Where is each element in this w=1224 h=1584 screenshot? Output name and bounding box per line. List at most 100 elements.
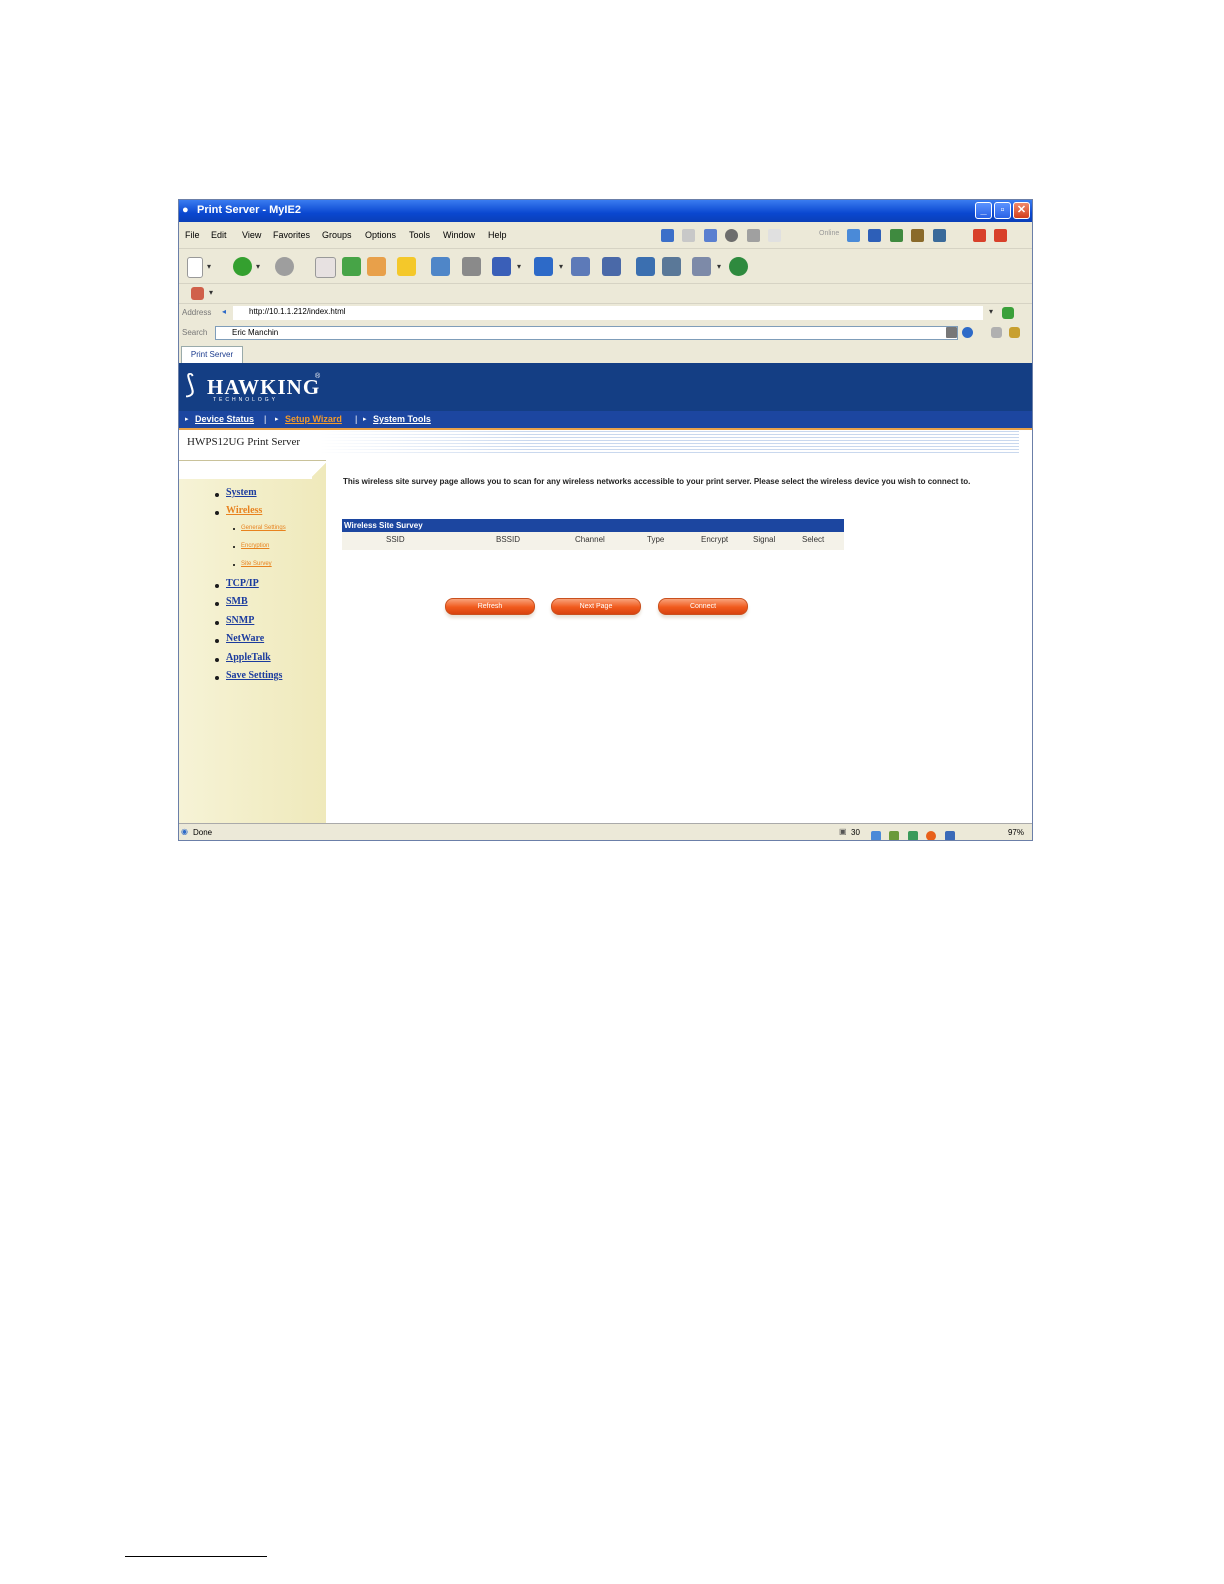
clean-icon[interactable] xyxy=(746,229,760,243)
browser-window: ● Print Server - MyIE2 _ ▫ ✕ File Edit V… xyxy=(178,199,1033,841)
close-tabs-icons xyxy=(973,227,1011,243)
main-toolbar: ▾ ▾ ▾ ▾ ▾ xyxy=(179,249,1032,284)
links-icon[interactable] xyxy=(191,287,204,300)
menu-tools[interactable]: Tools xyxy=(409,230,430,240)
address-dropdown-icon[interactable]: ▾ xyxy=(989,307,993,316)
undo-icon[interactable] xyxy=(534,257,553,276)
refresh-icon[interactable] xyxy=(342,257,361,276)
menu-help[interactable]: Help xyxy=(488,230,507,240)
address-label: Address xyxy=(182,308,212,317)
search-dropdown-icon[interactable] xyxy=(946,327,957,338)
menu-file[interactable]: File xyxy=(185,230,200,240)
next-page-button[interactable]: Next Page xyxy=(551,598,641,615)
sidebar-item-snmp[interactable]: SNMP xyxy=(226,615,254,626)
maximize-button[interactable]: ▫ xyxy=(994,202,1011,219)
tab-print-server[interactable]: Print Server xyxy=(181,346,243,363)
nav-setup-wizard[interactable]: Setup Wizard xyxy=(285,414,342,424)
find-icon[interactable] xyxy=(1009,327,1020,338)
stop-icon[interactable] xyxy=(315,257,336,278)
panel-icon[interactable] xyxy=(636,257,655,276)
bullet-icon xyxy=(233,564,235,566)
refresh-button[interactable]: Refresh xyxy=(445,598,535,615)
bullet-icon xyxy=(233,528,235,530)
block-icon[interactable] xyxy=(725,229,739,243)
sidebar-subitem-general-settings[interactable]: General Settings xyxy=(241,525,286,531)
security-icon[interactable] xyxy=(907,830,918,840)
undo-dropdown-icon[interactable]: ▾ xyxy=(559,262,563,271)
download-icon[interactable] xyxy=(492,257,511,276)
new-page-icon[interactable] xyxy=(187,257,203,278)
sidebar-item-save-settings[interactable]: Save Settings xyxy=(226,670,282,681)
sidebar-item-smb[interactable]: SMB xyxy=(226,596,248,607)
sidebar-item-system[interactable]: System xyxy=(226,487,257,498)
new-dropdown-icon[interactable]: ▾ xyxy=(207,262,211,271)
page-status-icon: ◉ xyxy=(181,827,188,836)
menu-groups[interactable]: Groups xyxy=(322,230,352,240)
cascade-icon[interactable] xyxy=(602,257,621,276)
address-arrow-icon[interactable]: ◂ xyxy=(222,307,226,316)
home-icon[interactable] xyxy=(367,257,386,276)
search-input[interactable]: Eric Manchin xyxy=(215,326,958,340)
nav-system-tools[interactable]: System Tools xyxy=(373,414,431,424)
image-icon[interactable] xyxy=(932,229,946,243)
sidebar-item-appletalk[interactable]: AppleTalk xyxy=(226,652,271,663)
sidebar-subitem-site-survey[interactable]: Site Survey xyxy=(241,561,272,567)
nav-device-status[interactable]: Device Status xyxy=(195,414,254,424)
links-dropdown-icon[interactable]: ▾ xyxy=(209,288,213,297)
go-icon[interactable] xyxy=(729,257,748,276)
tile-icon[interactable] xyxy=(571,257,590,276)
flash-icon[interactable] xyxy=(868,229,882,243)
close-all-icon[interactable] xyxy=(973,229,986,243)
network-icon[interactable] xyxy=(871,830,881,840)
search-engine-icon[interactable] xyxy=(962,327,973,338)
monitor-icon[interactable] xyxy=(944,830,955,840)
favorites-icon[interactable] xyxy=(397,257,416,276)
back-icon[interactable] xyxy=(233,257,252,276)
status-text: Done xyxy=(193,828,213,837)
download-dropdown-icon[interactable]: ▾ xyxy=(517,262,521,271)
forward-icon[interactable] xyxy=(275,257,294,276)
title-bar: ● Print Server - MyIE2 _ ▫ ✕ xyxy=(179,200,1032,222)
activex-icon[interactable] xyxy=(911,229,925,243)
menu-window[interactable]: Window xyxy=(443,230,475,240)
star-icon[interactable] xyxy=(768,229,782,243)
window-icon[interactable] xyxy=(703,229,717,243)
history-icon[interactable] xyxy=(431,257,450,276)
highlight-icon[interactable] xyxy=(991,327,1002,338)
menu-edit[interactable]: Edit xyxy=(211,230,227,240)
links-bar: ▾ xyxy=(179,284,1032,304)
trash-icon[interactable]: ▣ xyxy=(839,827,847,836)
hawk-icon: ⟆ xyxy=(185,369,196,399)
popup-blocker-icon[interactable] xyxy=(926,830,937,840)
sidebar-item-tcpip[interactable]: TCP/IP xyxy=(226,578,259,589)
search-bar: Search Eric Manchin xyxy=(179,323,1032,343)
menu-options[interactable]: Options xyxy=(365,230,396,240)
menu-view[interactable]: View xyxy=(242,230,261,240)
zoom-percent[interactable]: 97% xyxy=(1008,828,1024,837)
tools-dropdown-icon[interactable]: ▾ xyxy=(717,262,721,271)
popup-icon[interactable] xyxy=(847,229,860,243)
minimize-button[interactable]: _ xyxy=(975,202,992,219)
ie-icon: ● xyxy=(182,204,189,216)
site-survey-title: Wireless Site Survey xyxy=(342,519,844,532)
sidebar-subitem-encryption[interactable]: Encryption xyxy=(241,543,269,549)
sidebar-item-netware[interactable]: NetWare xyxy=(226,633,264,644)
mouse-gesture-icon[interactable] xyxy=(692,257,711,276)
print-icon[interactable] xyxy=(462,257,481,276)
save-page-icon[interactable] xyxy=(661,229,674,243)
page-icon[interactable] xyxy=(682,229,696,243)
menu-favorites[interactable]: Favorites xyxy=(273,230,310,240)
sidebar-item-wireless[interactable]: Wireless xyxy=(226,505,262,516)
script-icon[interactable] xyxy=(889,229,903,243)
close-tab-icon[interactable] xyxy=(994,229,1008,243)
address-input[interactable]: http://10.1.1.212/index.html xyxy=(233,306,983,320)
close-button[interactable]: ✕ xyxy=(1013,202,1030,219)
back-dropdown-icon[interactable]: ▾ xyxy=(256,262,260,271)
go-button-icon[interactable] xyxy=(1002,307,1014,319)
connect-button[interactable]: Connect xyxy=(658,598,748,615)
nav-arrow-icon: ▸ xyxy=(275,416,279,423)
download-manager-icon[interactable] xyxy=(889,830,900,840)
online-icons xyxy=(847,227,950,243)
column-encrypt: Encrypt xyxy=(701,535,729,544)
proxy-icon[interactable] xyxy=(662,257,681,276)
